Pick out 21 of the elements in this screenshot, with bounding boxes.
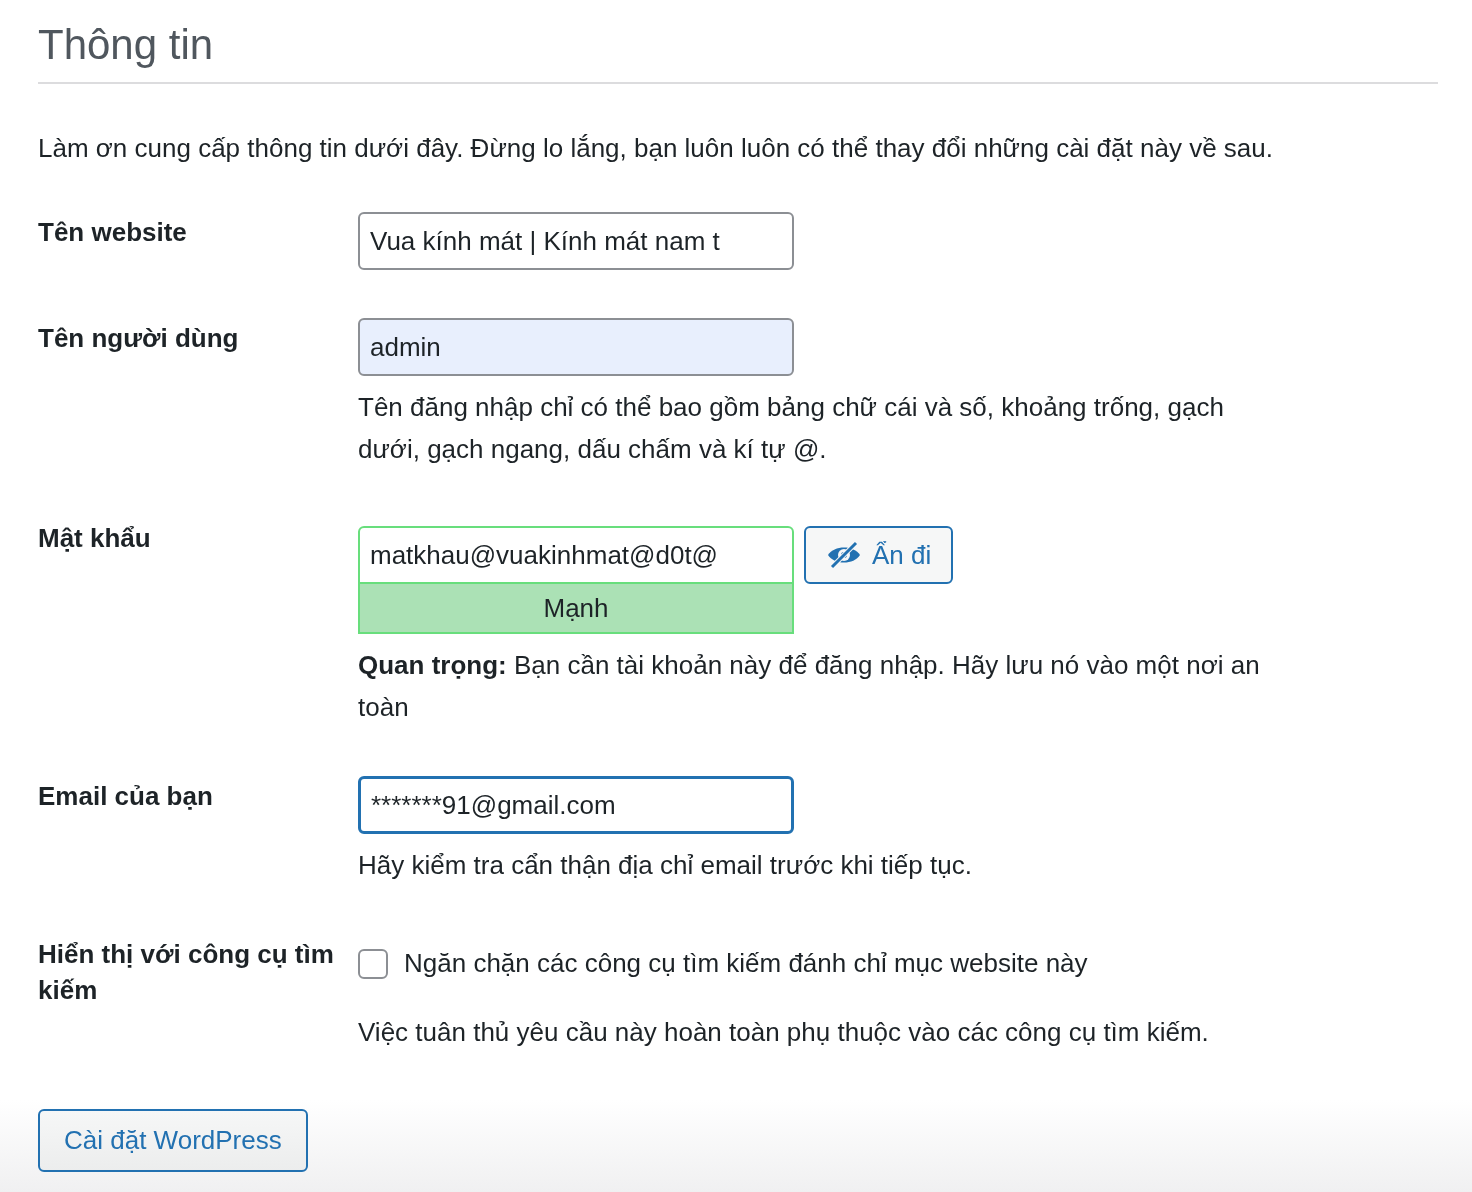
- field-label: Tên website: [38, 216, 188, 250]
- checkbox[interactable]: [358, 948, 388, 979]
- checkbox-label[interactable]: Ngăn chặn các công cụ tìm kiếm đánh chỉ mục website này: [404, 944, 1088, 984]
- hide-password-button[interactable]: Ẩn đi: [804, 526, 954, 585]
- help-text: Tên đăng nhập chỉ có thể bao gồm bảng chữ cái và số, khoảng trống, gạch dưới, gạch ngang, dấu chấm và kí tự @.: [358, 391, 1225, 467]
- eye-slash-icon: [826, 541, 862, 570]
- help-text: Việc tuân thủ yêu cầu này hoàn toàn phụ thuộc vào các công cụ tìm kiếm.: [358, 1016, 1210, 1050]
- field-label: Mật khẩu: [38, 522, 152, 556]
- field-label: Hiển thị với công cụ tìm kiếm: [38, 938, 335, 1008]
- intro-text: Làm ơn cung cấp thông tin dưới đây. Đừng lo lắng, bạn luôn luôn có thể thay đổi những cài đặt này về sau.: [38, 132, 1274, 166]
- field-label: Tên người dùng: [38, 322, 240, 356]
- password-field[interactable]: matkhau@vuakinhmat@d0t@: [358, 526, 794, 585]
- install-button[interactable]: Cài đặt WordPress: [38, 1109, 308, 1173]
- strength-meter: Mạnh: [358, 584, 794, 635]
- field-label: Email của bạn: [38, 780, 214, 814]
- input-field[interactable]: admin: [358, 318, 794, 377]
- help-text: Hãy kiểm tra cẩn thận địa chỉ email trước khi tiếp tục.: [358, 849, 973, 883]
- help-text: Quan trọng: Bạn cần tài khoản này để đăng nhập. Hãy lưu nó vào một nơi an toàn: [358, 649, 1261, 725]
- page-title: Thông tin: [38, 20, 1438, 85]
- input-field[interactable]: *******91@gmail.com: [358, 776, 794, 835]
- input-field[interactable]: Vua kính mát | Kính mát nam t: [358, 212, 794, 271]
